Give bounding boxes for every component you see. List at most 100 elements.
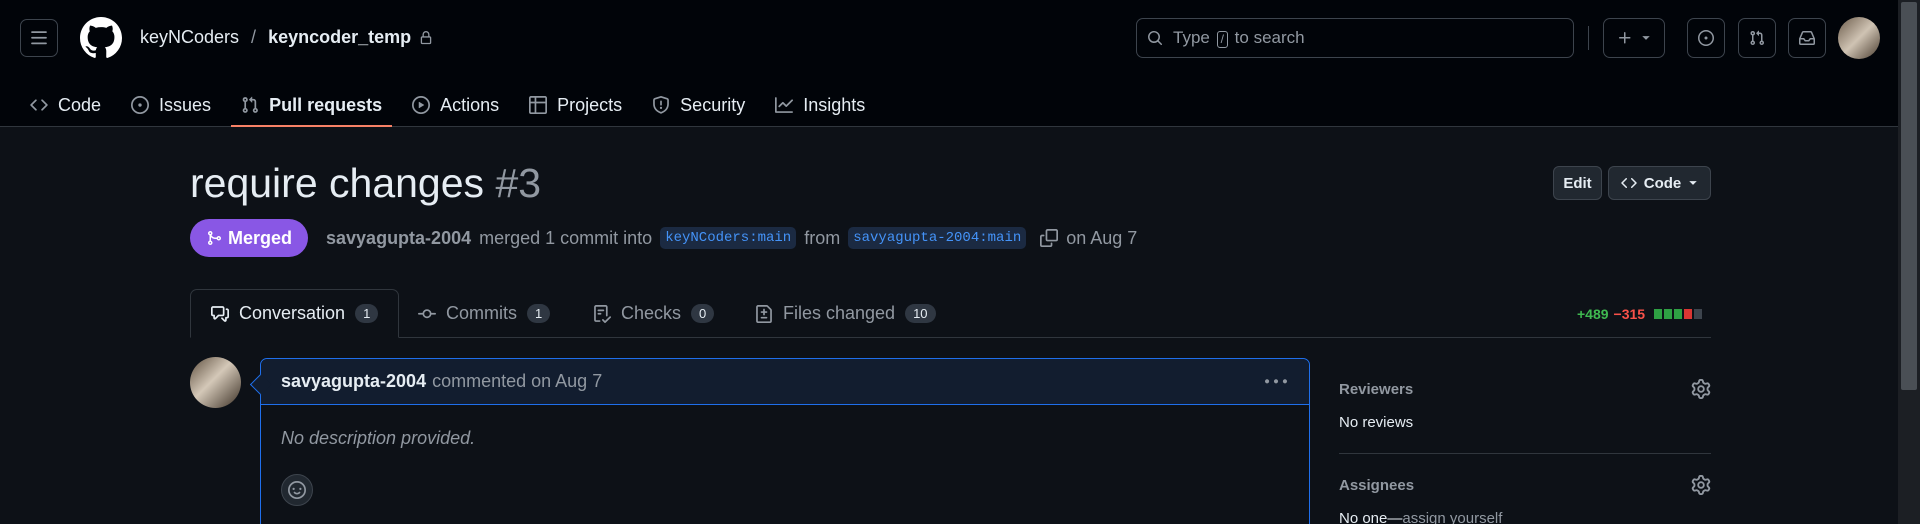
comment-box: savyagupta-2004 commented on Aug 7 No de… — [260, 358, 1310, 524]
tab-label: Code — [58, 94, 102, 115]
tab-actions[interactable]: Actions — [402, 83, 509, 127]
pr-author-link[interactable]: savyagupta-2004 — [326, 228, 471, 249]
play-icon — [412, 96, 431, 114]
page-title: require changes #3 — [190, 160, 541, 207]
kebab-horizontal-icon[interactable] — [1265, 371, 1287, 393]
lock-icon — [420, 30, 432, 44]
from-text: from — [804, 227, 841, 248]
breadcrumb-separator: / — [251, 27, 257, 47]
tab-projects[interactable]: Projects — [519, 83, 632, 127]
comment-action: commented on Aug 7 — [432, 371, 603, 391]
tab-issues[interactable]: Issues — [121, 83, 221, 127]
assignees-title: Assignees — [1339, 477, 1415, 494]
diff-block-delete — [1684, 309, 1693, 319]
tab-label: Issues — [159, 94, 212, 115]
user-avatar[interactable] — [1838, 17, 1880, 59]
counter-badge: 1 — [355, 304, 379, 323]
diff-block-neutral — [1694, 309, 1703, 319]
additions-count: +489 — [1577, 306, 1609, 322]
tab-security[interactable]: Security — [642, 83, 755, 127]
gear-icon[interactable] — [1691, 379, 1711, 399]
diff-block-add — [1674, 309, 1683, 319]
inbox-button[interactable] — [1788, 18, 1826, 58]
comment-header: savyagupta-2004 commented on Aug 7 — [261, 359, 1309, 405]
github-logo-icon[interactable] — [80, 17, 122, 59]
shield-icon — [653, 96, 670, 114]
repo-link[interactable]: keyncoder_temp — [268, 27, 411, 48]
tab-label: Pull requests — [269, 94, 383, 115]
sidebar-reviewers: Reviewers No reviews — [1339, 379, 1711, 431]
code-dropdown-button[interactable]: Code — [1608, 166, 1711, 200]
tab-code[interactable]: Code — [20, 83, 111, 127]
tab-pull-requests[interactable]: Pull requests — [231, 83, 393, 127]
owner-link[interactable]: keyNCoders — [140, 27, 239, 48]
code-icon — [30, 99, 48, 111]
tab-label: Security — [680, 94, 746, 115]
checklist-icon — [594, 304, 611, 323]
issue-opened-icon — [1698, 30, 1714, 46]
pr-number: #3 — [495, 160, 542, 206]
tab-commits[interactable]: Commits 1 — [418, 289, 551, 338]
copy-icon[interactable] — [1040, 229, 1059, 247]
tab-conversation[interactable]: Conversation 1 — [190, 289, 400, 338]
search-suffix: to search — [1234, 28, 1305, 47]
assign-yourself-link[interactable]: assign yourself — [1402, 510, 1502, 524]
graph-icon — [775, 97, 794, 113]
add-reaction-button[interactable] — [281, 474, 313, 506]
head-branch[interactable]: savyagupta-2004:main — [848, 227, 1027, 249]
tab-files-changed[interactable]: Files changed 10 — [755, 289, 936, 338]
hamburger-icon — [31, 31, 47, 45]
comment-body: No description provided. — [281, 428, 476, 448]
sidebar-assignees: Assignees No one—assign yourself — [1339, 475, 1711, 524]
pull-requests-button[interactable] — [1738, 18, 1776, 58]
smiley-icon — [288, 481, 306, 499]
scrollbar-thumb[interactable] — [1901, 2, 1917, 390]
plus-icon — [1619, 32, 1631, 44]
menu-button[interactable] — [20, 19, 58, 57]
diff-block-add — [1664, 309, 1673, 319]
deletions-count: −315 — [1613, 306, 1646, 322]
pr-tabs: Conversation 1 Commits 1 Checks 0 Files … — [190, 289, 1711, 338]
pr-date: on Aug 7 — [1066, 227, 1138, 248]
diffstat: +489 −315 — [1577, 306, 1703, 322]
git-merge-icon — [208, 231, 222, 245]
tab-checks[interactable]: Checks 0 — [593, 289, 715, 338]
git-pull-request-icon — [1750, 30, 1765, 46]
counter-badge: 0 — [691, 304, 715, 323]
create-new-button[interactable] — [1603, 18, 1665, 58]
pr-title-text: require changes — [190, 160, 485, 206]
diffstat-blocks — [1654, 309, 1703, 319]
assignees-none: No one— — [1339, 510, 1403, 524]
table-icon — [529, 96, 548, 114]
search-input[interactable]: Type / to search — [1136, 18, 1574, 58]
tab-insights[interactable]: Insights — [765, 83, 875, 127]
code-icon — [1621, 177, 1637, 189]
repo-nav: Code Issues Pull requests Actions Projec… — [20, 83, 885, 127]
gear-icon[interactable] — [1691, 475, 1711, 495]
tab-label: Projects — [557, 94, 623, 115]
counter-badge: 10 — [905, 304, 936, 323]
status-badge: Merged — [190, 219, 309, 257]
issues-button[interactable] — [1687, 18, 1725, 58]
triangle-down-icon — [1642, 36, 1650, 40]
inbox-icon — [1799, 31, 1815, 45]
breadcrumb: keyNCoders / keyncoder_temp — [140, 27, 433, 48]
search-prefix: Type — [1173, 28, 1210, 47]
status-label: Merged — [228, 227, 293, 248]
comment-author[interactable]: savyagupta-2004 — [281, 371, 426, 392]
search-shortcut-key: / — [1216, 31, 1228, 48]
comment-author-avatar[interactable] — [190, 357, 241, 408]
file-diff-icon — [756, 304, 772, 323]
commit-icon — [418, 308, 436, 318]
edit-button[interactable]: Edit — [1553, 166, 1602, 200]
assignees-value: No one—assign yourself — [1339, 510, 1711, 524]
triangle-down-icon — [1689, 181, 1697, 185]
tab-label: Checks — [621, 303, 682, 323]
scrollbar[interactable] — [1898, 0, 1920, 524]
issue-icon — [131, 96, 150, 114]
comment-discussion-icon — [211, 305, 229, 322]
counter-badge: 1 — [527, 304, 551, 323]
tab-label: Insights — [803, 94, 866, 115]
base-branch[interactable]: keyNCoders:main — [660, 227, 797, 249]
sidebar-divider — [1339, 453, 1711, 454]
